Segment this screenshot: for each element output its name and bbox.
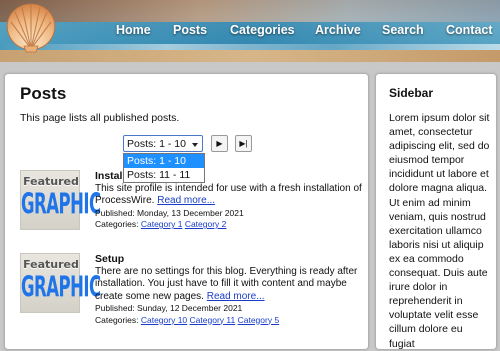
nav-posts[interactable]: Posts <box>173 23 207 37</box>
sidebar-text: Lorem ipsum dolor sit amet, consectetur … <box>389 112 490 350</box>
categories-label: Categories: <box>95 219 139 229</box>
page-intro: This page lists all published posts. <box>20 112 180 124</box>
post-categories: Categories: Category 10 Category 11 Cate… <box>95 315 365 327</box>
posts-range-select[interactable]: Posts: 1 - 10 <box>123 135 203 152</box>
next-page-button[interactable]: ▶ <box>211 135 228 152</box>
nav-home[interactable]: Home <box>116 23 151 37</box>
posts-range-dropdown: Posts: 1 - 10 Posts: 11 - 11 <box>123 153 205 183</box>
posts-range-selected: Posts: 1 - 10 <box>127 138 186 150</box>
post-excerpt: There are no settings for this blog. Eve… <box>95 266 365 304</box>
site-header: Home Posts Categories Archive Search Con… <box>0 0 500 62</box>
thumb-caption-top: Featured <box>23 175 79 188</box>
read-more-link[interactable]: Read more... <box>207 291 265 302</box>
featured-graphic-thumbnail[interactable]: Featured GRAPHIC <box>20 170 101 230</box>
nav-categories[interactable]: Categories <box>230 23 295 37</box>
play-icon: ▶ <box>216 139 223 148</box>
sidebar-title: Sidebar <box>389 86 434 100</box>
post-body: Setup There are no settings for this blo… <box>95 253 365 326</box>
nav-contact[interactable]: Contact <box>446 23 493 37</box>
chevron-down-icon <box>192 143 198 147</box>
categories-label: Categories: <box>95 314 139 325</box>
post-published: Published: Monday, 13 December 2021 <box>95 207 244 218</box>
sidebar: Sidebar Lorem ipsum dolor sit amet, cons… <box>375 73 497 350</box>
post-item: Featured GRAPHIC Setup There are no sett… <box>20 253 360 325</box>
dropdown-option[interactable]: Posts: 11 - 11 <box>124 168 204 182</box>
featured-graphic-thumbnail[interactable]: Featured GRAPHIC <box>20 253 101 313</box>
thumb-caption-top: Featured <box>23 258 79 271</box>
dropdown-option[interactable]: Posts: 1 - 10 <box>124 154 204 168</box>
main-content: Posts This page lists all published post… <box>4 73 369 350</box>
category-link[interactable]: Category 1 <box>141 219 183 229</box>
category-link[interactable]: Category 10 <box>141 315 187 325</box>
nav-search[interactable]: Search <box>382 23 424 37</box>
category-link[interactable]: Category 2 <box>185 219 227 229</box>
post-categories: Categories: Category 1 Category 2 <box>95 219 365 231</box>
post-title[interactable]: Setup <box>95 253 365 266</box>
thumb-caption-bottom: GRAPHIC <box>21 188 101 221</box>
category-link[interactable]: Category 5 <box>238 315 280 325</box>
page-title: Posts <box>20 84 67 103</box>
post-excerpt-text: This site profile is intended for use wi… <box>95 182 362 207</box>
post-excerpt: This site profile is intended for use wi… <box>95 183 365 208</box>
nav-archive[interactable]: Archive <box>315 23 361 37</box>
category-link[interactable]: Category 11 <box>190 315 236 325</box>
thumb-caption-bottom: GRAPHIC <box>21 271 101 304</box>
read-more-link[interactable]: Read more... <box>157 195 215 206</box>
header-sky <box>0 0 500 22</box>
last-page-button[interactable]: ▶| <box>235 135 252 152</box>
main-nav: Home Posts Categories Archive Search Con… <box>0 23 500 39</box>
header-sand <box>0 50 500 62</box>
skip-to-end-icon: ▶| <box>239 139 248 148</box>
post-published: Published: Sunday, 12 December 2021 <box>95 303 243 313</box>
